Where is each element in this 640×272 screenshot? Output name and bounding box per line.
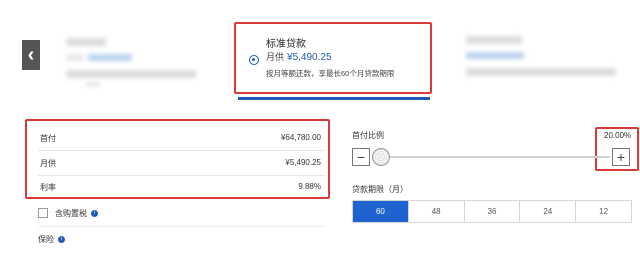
purchase-tax-text: 含购置税 [55, 209, 87, 218]
insurance-text: 保险 [38, 235, 54, 244]
blurred-placeholder [66, 54, 84, 61]
blurred-placeholder [466, 68, 616, 76]
plus-icon: + [616, 149, 626, 165]
term-option-12[interactable]: 12 [575, 201, 631, 222]
summary-value: 9.88% [298, 182, 321, 191]
loan-term-label: 贷款期限（月） [352, 185, 408, 194]
plan-monthly-label: 月供 [266, 52, 285, 62]
summary-label: 首付 [40, 134, 56, 143]
minus-icon: − [356, 149, 366, 165]
slider-handle[interactable] [372, 148, 390, 166]
purchase-tax-label: 含购置税 i [55, 208, 98, 219]
summary-label: 利率 [40, 183, 56, 192]
blurred-placeholder [88, 54, 132, 61]
plan-monthly-amount: ¥5,490.25 [287, 52, 332, 63]
down-payment-slider-track[interactable] [390, 156, 610, 158]
plan-card-standard-loan[interactable] [234, 22, 432, 94]
info-icon[interactable]: i [58, 236, 65, 244]
blurred-placeholder [66, 70, 196, 78]
plan-title: 标准贷款 [266, 39, 306, 50]
summary-row-down-payment: 首付 ¥64,780.00 [40, 133, 321, 144]
plan-active-indicator [238, 97, 430, 100]
purchase-tax-checkbox[interactable] [38, 208, 48, 218]
down-payment-ratio-value: 20.00% [604, 131, 632, 140]
plan-description: 按月等额还款，享最长60个月贷款期限 [266, 69, 395, 78]
previous-plan-button[interactable]: ‹ [22, 40, 40, 70]
divider [38, 226, 325, 227]
chevron-left-icon: ‹ [27, 44, 35, 66]
summary-label: 月供 [40, 159, 56, 168]
down-payment-ratio-label: 首付比例 [352, 131, 384, 140]
divider [38, 150, 325, 151]
term-option-60[interactable]: 60 [353, 201, 408, 222]
term-option-48[interactable]: 48 [407, 201, 464, 222]
summary-value: ¥5,490.25 [285, 158, 321, 167]
radio-selected-icon[interactable] [249, 55, 259, 65]
summary-row-monthly: 月供 ¥5,490.25 [40, 158, 321, 169]
info-icon[interactable]: i [91, 210, 98, 218]
divider [38, 175, 325, 176]
blurred-placeholder [466, 52, 524, 59]
plan-monthly-payment: 月供 ¥5,490.25 [266, 50, 332, 63]
loan-term-selector: 60 48 36 24 12 [352, 200, 632, 223]
blurred-placeholder [466, 36, 522, 44]
increase-button[interactable]: + [612, 148, 630, 166]
summary-value: ¥64,780.00 [280, 133, 321, 142]
term-option-36[interactable]: 36 [463, 201, 520, 222]
term-option-24[interactable]: 24 [519, 201, 576, 222]
insurance-label: 保险 i [38, 234, 65, 245]
blurred-placeholder [66, 38, 106, 46]
blurred-placeholder [86, 82, 100, 87]
decrease-button[interactable]: − [352, 148, 370, 166]
summary-row-rate: 利率 9.88% [40, 182, 321, 193]
